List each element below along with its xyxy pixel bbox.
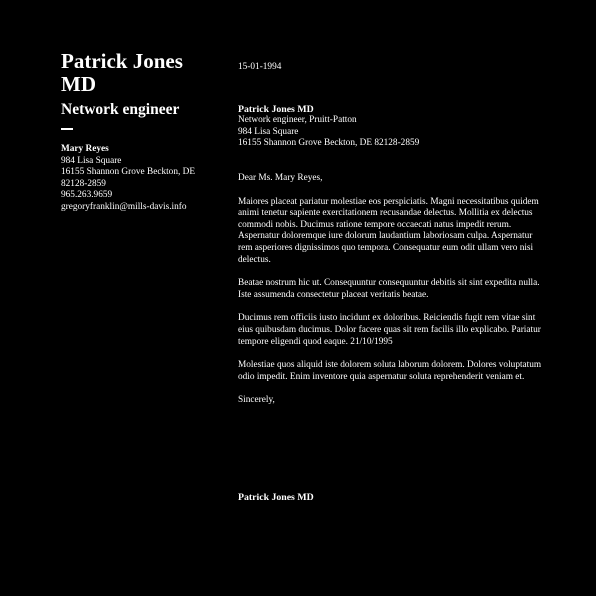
sender-name: Patrick Jones MD (238, 103, 314, 115)
letter-paragraph: Molestiae quos aliquid iste dolorem solu… (238, 360, 542, 382)
applicant-name: Patrick Jones MD (61, 49, 183, 96)
applicant-sidebar: Patrick Jones MD Network engineer Mary R… (61, 50, 211, 214)
letter-body: 15-01-1994 Patrick Jones MD Network engi… (238, 62, 548, 407)
recipient-email: gregoryfranklin@mills-davis.info (61, 201, 187, 212)
title-divider (61, 128, 73, 130)
applicant-job-title: Network engineer (61, 101, 180, 118)
recipient-phone: 965.263.9659 (61, 190, 113, 201)
sender-city-line: 16155 Shannon Grove Beckton, DE 82128-28… (238, 138, 420, 149)
letter-paragraph: Beatae nostrum hic ut. Consequuntur cons… (238, 278, 540, 300)
letter-paragraph: Maiores placeat pariatur molestiae eos p… (238, 196, 539, 265)
sender-block: Patrick Jones MD Network engineer, Pruit… (238, 104, 548, 150)
salutation: Dear Ms. Mary Reyes, (238, 172, 323, 183)
closing: Sincerely, (238, 395, 275, 406)
recipient-street: 984 Lisa Square (61, 155, 122, 166)
cover-letter-page: Patrick Jones MD Network engineer Mary R… (0, 0, 596, 596)
recipient-contact-block: Mary Reyes 984 Lisa Square 16155 Shannon… (61, 144, 211, 214)
recipient-city-line: 16155 Shannon Grove Beckton, DE 82128-28… (61, 167, 196, 189)
recipient-name: Mary Reyes (61, 144, 109, 154)
sender-role-company: Network engineer, Pruitt-Patton (238, 115, 357, 126)
sender-street: 984 Lisa Square (238, 126, 299, 137)
letter-paragraph: Ducimus rem officiis iusto incidunt ex d… (238, 313, 541, 347)
signature-name: Patrick Jones MD (238, 492, 314, 503)
letter-date: 15-01-1994 (238, 62, 282, 72)
